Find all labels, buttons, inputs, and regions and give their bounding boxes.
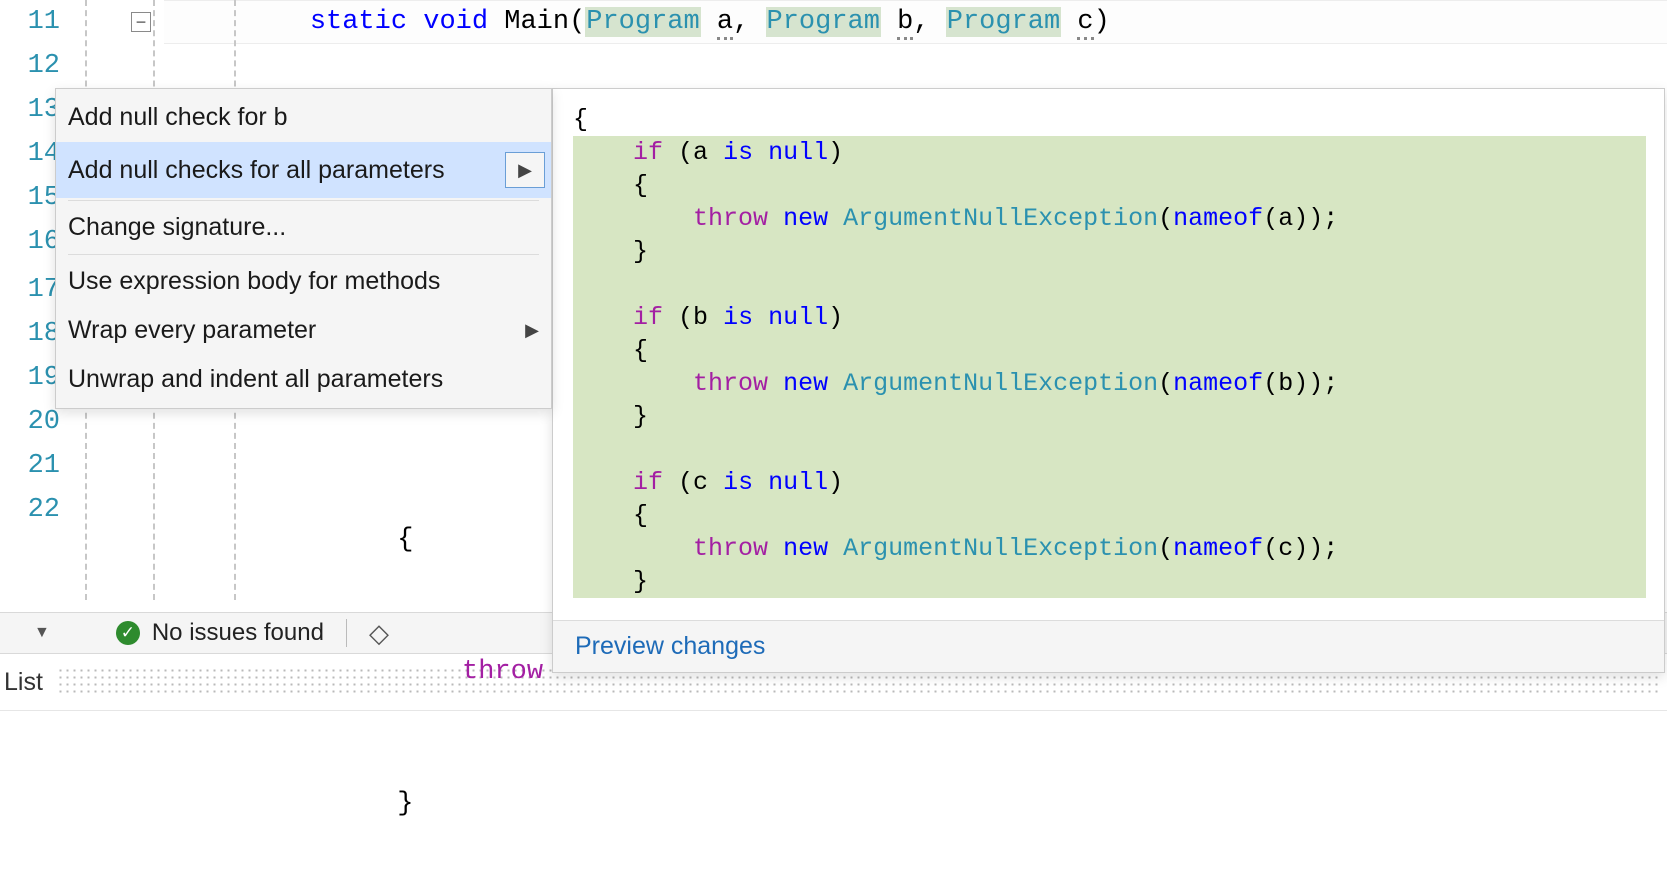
line-number: 16 (0, 220, 60, 268)
param-c: c (1077, 7, 1093, 40)
quickfix-preview-pane: { if (a is null) { throw new ArgumentNul… (552, 88, 1665, 673)
keyword-static: static (310, 7, 407, 37)
menu-separator (68, 254, 539, 255)
menu-separator (68, 200, 539, 201)
method-name: Main (504, 7, 569, 37)
quickfix-item-label: Add null check for b (68, 103, 288, 132)
line-number: 17 (0, 268, 60, 312)
line-number: 18 (0, 312, 60, 356)
quickfix-change-signature[interactable]: Change signature... (56, 203, 551, 252)
line-number: 14 (0, 132, 60, 176)
quickfix-item-label: Use expression body for methods (68, 267, 440, 296)
param-type: Program (585, 7, 700, 37)
bottom-padding (0, 710, 1667, 762)
line-number: 11 (0, 0, 60, 44)
line-number: 13 (0, 88, 60, 132)
line-number: 12 (0, 44, 60, 88)
quickfix-add-null-checks-all[interactable]: Add null checks for all parameters ▶ (56, 142, 551, 198)
status-divider (346, 619, 347, 647)
line-number: 21 (0, 444, 60, 488)
preview-changes-link[interactable]: Preview changes (575, 630, 765, 663)
param-b: b (897, 7, 913, 40)
line-number: 22 (0, 488, 60, 532)
quickfix-add-null-check-b[interactable]: Add null check for b (56, 93, 551, 142)
param-type: Program (766, 7, 881, 37)
param-a: a (717, 7, 733, 40)
dropdown-arrow-icon[interactable]: ▼ (34, 624, 50, 642)
status-issues-text: No issues found (152, 619, 324, 647)
quickfix-expression-body[interactable]: Use expression body for methods (56, 257, 551, 306)
fold-toggle-icon[interactable]: − (131, 12, 151, 32)
preview-footer: Preview changes (553, 620, 1664, 672)
line-number: 15 (0, 176, 60, 220)
preview-code: { if (a is null) { throw new ArgumentNul… (573, 103, 1646, 664)
quickfix-item-label: Wrap every parameter (68, 316, 316, 345)
toolwindow-tab-list[interactable]: List (4, 668, 43, 697)
line-number: 19 (0, 356, 60, 400)
submenu-arrow-icon: ▶ (525, 320, 539, 341)
quickfix-item-label: Change signature... (68, 213, 286, 242)
quickfix-wrap-every-parameter[interactable]: Wrap every parameter ▶ (56, 306, 551, 355)
submenu-arrow-icon[interactable]: ▶ (505, 152, 545, 188)
highlighter-icon[interactable]: ◇ (369, 618, 389, 649)
check-circle-icon: ✓ (116, 621, 140, 645)
line-number: 20 (0, 400, 60, 444)
quickfix-item-label: Unwrap and indent all parameters (68, 365, 443, 394)
quickfix-item-label: Add null checks for all parameters (68, 156, 445, 185)
quickfix-unwrap-parameters[interactable]: Unwrap and indent all parameters (56, 355, 551, 404)
keyword-void: void (423, 7, 488, 37)
quickfix-menu[interactable]: Add null check for b Add null checks for… (55, 88, 552, 409)
param-type: Program (946, 7, 1061, 37)
